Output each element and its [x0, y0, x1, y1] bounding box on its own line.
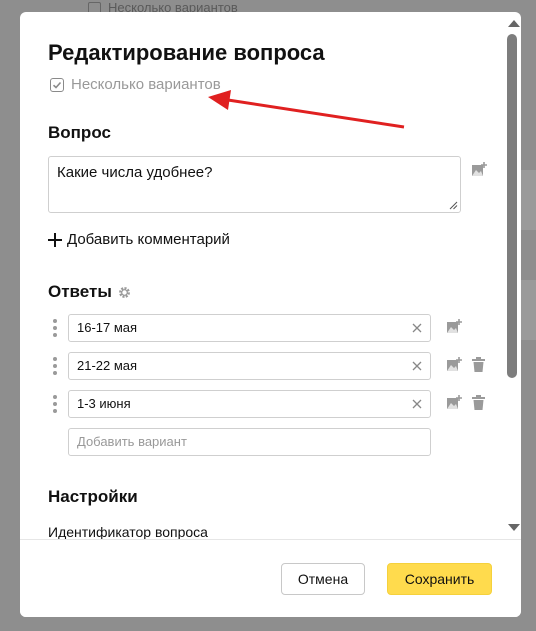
dialog-footer: Отмена Сохранить — [20, 539, 521, 617]
answer-input[interactable]: 1-3 июня — [68, 390, 431, 418]
drag-handle-icon[interactable] — [53, 319, 57, 337]
dialog-content: Редактирование вопроса Несколько вариант… — [20, 12, 504, 539]
save-button[interactable]: Сохранить — [387, 563, 492, 595]
answer-row: 1-3 июня — [48, 390, 488, 418]
add-image-icon[interactable] — [446, 318, 462, 334]
answer-text: 16-17 мая — [77, 320, 138, 335]
answer-input[interactable]: 16-17 мая — [68, 314, 431, 342]
question-identifier-label: Идентификатор вопроса — [48, 524, 208, 539]
trash-icon[interactable] — [472, 395, 485, 410]
drag-handle-icon[interactable] — [53, 395, 57, 413]
trash-icon[interactable] — [472, 357, 485, 372]
answers-section-header: Ответы — [48, 282, 132, 302]
plus-icon — [48, 232, 62, 247]
cancel-button[interactable]: Отмена — [281, 563, 365, 595]
add-option-placeholder: Добавить вариант — [77, 434, 187, 449]
question-text: Какие числа удобнее? — [57, 164, 213, 181]
answer-row: 21-22 мая — [48, 352, 488, 380]
add-option-row: Добавить вариант — [48, 428, 488, 456]
resize-handle-icon[interactable] — [448, 200, 458, 210]
close-icon[interactable] — [410, 321, 424, 335]
answer-input[interactable]: 21-22 мая — [68, 352, 431, 380]
question-textarea[interactable]: Какие числа удобнее? — [48, 156, 461, 213]
settings-section-title: Настройки — [48, 487, 138, 506]
scroll-down-arrow-icon[interactable] — [508, 524, 520, 531]
add-comment-button[interactable]: Добавить комментарий — [48, 231, 230, 248]
close-icon[interactable] — [410, 397, 424, 411]
answer-text: 21-22 мая — [77, 358, 138, 373]
edit-question-dialog: Редактирование вопроса Несколько вариант… — [20, 12, 521, 617]
drag-handle-icon[interactable] — [53, 357, 57, 375]
add-image-icon[interactable] — [446, 394, 462, 410]
answer-row: 16-17 мая — [48, 314, 488, 342]
scrollbar[interactable] — [504, 12, 521, 539]
background-panel — [521, 170, 536, 230]
dialog-title: Редактирование вопроса — [48, 40, 325, 65]
add-option-input[interactable]: Добавить вариант — [68, 428, 431, 456]
close-icon[interactable] — [410, 359, 424, 373]
scroll-up-arrow-icon[interactable] — [508, 20, 520, 27]
background-panel — [521, 280, 536, 340]
question-section-title: Вопрос — [48, 123, 111, 142]
scrollbar-thumb[interactable] — [507, 34, 517, 378]
add-image-icon[interactable] — [471, 161, 487, 177]
add-image-icon[interactable] — [446, 356, 462, 372]
answers-section-title: Ответы — [48, 282, 112, 301]
gear-icon[interactable] — [117, 285, 132, 300]
multiple-choice-label: Несколько вариантов — [71, 76, 221, 93]
checkbox-checked-icon[interactable] — [50, 77, 64, 92]
add-comment-label: Добавить комментарий — [67, 231, 230, 248]
answer-text: 1-3 июня — [77, 396, 131, 411]
multiple-choice-checkbox[interactable]: Несколько вариантов — [50, 76, 221, 93]
